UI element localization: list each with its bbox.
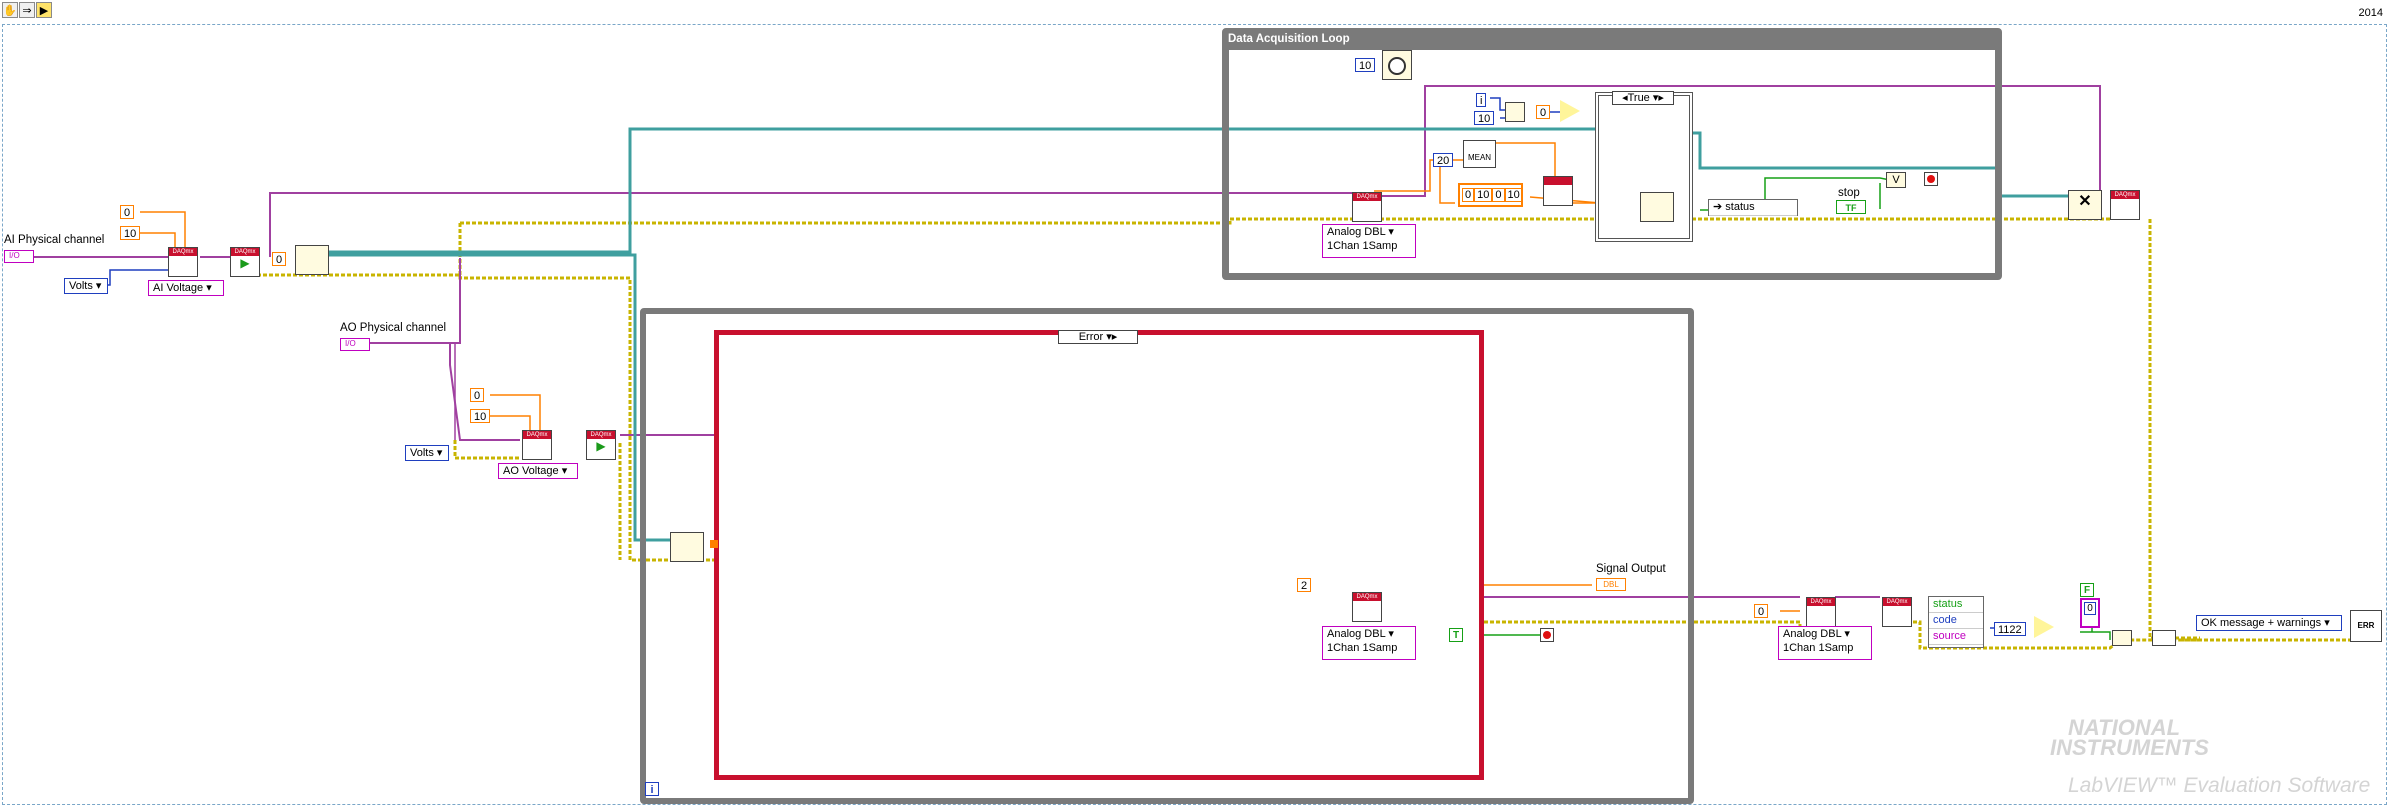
ao-channel-label: AO Physical channel <box>340 322 447 334</box>
final-write-vi[interactable]: DAQmx <box>1806 597 1836 627</box>
final-zero-constant[interactable]: 0 <box>1754 604 1769 618</box>
ao-max-constant[interactable]: 10 <box>470 409 491 423</box>
ai-create-channel-vi[interactable]: DAQmx <box>168 247 198 277</box>
eq-zero-constant[interactable]: 0 <box>1536 105 1551 119</box>
ao-write-vi[interactable]: DAQmx <box>1352 592 1382 622</box>
ni-logo: NATIONAL INSTRUMENTS <box>2050 715 2209 760</box>
stop-button[interactable]: TF <box>1836 200 1866 214</box>
evaluation-text: LabVIEW™ Evaluation Software <box>2068 774 2371 797</box>
ao-min-constant[interactable]: 0 <box>470 388 485 402</box>
stop-terminal[interactable] <box>1924 172 1938 186</box>
wait-constant[interactable]: 10 <box>1355 58 1376 72</box>
ao-channel-constant[interactable]: I/O <box>340 338 370 351</box>
case-inner-frame <box>718 334 1480 776</box>
case-selector-true[interactable]: ◂True ▾▸ <box>1612 91 1674 105</box>
error-wire <box>453 440 520 460</box>
ao-type-ring[interactable]: AO Voltage ▾ <box>498 463 578 479</box>
ao-start-task-vi[interactable]: DAQmx ▶ <box>586 430 616 460</box>
error-code-constant[interactable]: 1122 <box>1994 622 2026 636</box>
x-icon[interactable]: ✕ <box>2068 190 2102 220</box>
true-boolean[interactable]: T <box>1449 628 1464 642</box>
loop-stop-terminal[interactable] <box>1540 628 1554 642</box>
dequeue-data-terminal <box>710 540 718 548</box>
ai-channel-label: AI Physical channel <box>4 234 105 246</box>
case-selector-error[interactable]: Error ▾▸ <box>1058 330 1138 344</box>
ao-create-channel-vi[interactable]: DAQmx <box>522 430 552 460</box>
status-unbundle[interactable]: ➔ status <box>1708 199 1798 216</box>
final-write-ring[interactable]: Analog DBL ▾ 1Chan 1Samp <box>1778 626 1872 660</box>
error-icon[interactable]: ERR <box>2350 610 2382 642</box>
scale-control-vi[interactable] <box>1543 176 1573 206</box>
ao-write-ring[interactable]: Analog DBL ▾ 1Chan 1Samp <box>1322 626 1416 660</box>
ai-start-task-vi[interactable]: DAQmx ▶ <box>230 247 260 277</box>
ai-read-vi[interactable]: DAQmx <box>1352 192 1382 222</box>
array-constant[interactable]: 0 10 0 10 <box>1458 183 1523 207</box>
error-wire <box>2148 219 2200 640</box>
select-node[interactable] <box>2112 630 2132 646</box>
dequeue-node[interactable] <box>670 532 704 562</box>
quotient-remainder-node[interactable] <box>1505 102 1525 122</box>
data-acq-loop-label: Data Acquisition Loop <box>1228 33 1350 45</box>
zero-constant-1[interactable]: 0 <box>272 252 287 266</box>
ai-clear-task-vi[interactable]: DAQmx <box>2110 190 2140 220</box>
or-node[interactable]: V <box>1886 172 1906 188</box>
iteration-terminal[interactable]: i <box>645 782 659 796</box>
equals-icon[interactable] <box>2034 616 2054 638</box>
obtain-queue-node[interactable] <box>295 245 329 275</box>
ai-max-constant[interactable]: 10 <box>120 226 141 240</box>
error-unbundle[interactable]: status code source <box>1928 596 1984 648</box>
false-boolean[interactable]: F <box>2080 583 2095 597</box>
ai-units-ring[interactable]: Volts ▾ <box>64 278 108 294</box>
equals-icon[interactable] <box>1560 100 1580 122</box>
timer-icon[interactable] <box>1382 50 1412 80</box>
ai-min-constant[interactable]: 0 <box>120 205 135 219</box>
write-value-constant[interactable]: 2 <box>1297 578 1312 592</box>
ao-units-ring[interactable]: Volts ▾ <box>405 445 449 461</box>
bundle-error-node[interactable] <box>2152 630 2176 646</box>
num20-constant[interactable]: 20 <box>1433 153 1454 167</box>
stop-label: stop <box>1838 187 1860 199</box>
ai-channel-constant[interactable]: I/O <box>4 250 34 263</box>
ai-type-ring[interactable]: AI Voltage ▾ <box>148 280 224 296</box>
error-wire <box>245 273 640 562</box>
signal-output-indicator[interactable]: DBL <box>1596 578 1626 591</box>
ao-clear-task-vi[interactable]: DAQmx <box>1882 597 1912 627</box>
iteration-i[interactable]: i <box>1476 93 1487 107</box>
ai-read-ring[interactable]: Analog DBL ▾ 1Chan 1Samp <box>1322 224 1416 258</box>
ok-message-ring[interactable]: OK message + warnings ▾ <box>2196 615 2342 631</box>
mean-node[interactable]: MEAN <box>1463 140 1496 168</box>
enqueue-node[interactable] <box>1640 192 1674 222</box>
modulo-constant[interactable]: 10 <box>1474 111 1495 125</box>
bool-array[interactable]: 0 <box>2080 598 2100 628</box>
signal-output-label: Signal Output <box>1596 563 1666 575</box>
